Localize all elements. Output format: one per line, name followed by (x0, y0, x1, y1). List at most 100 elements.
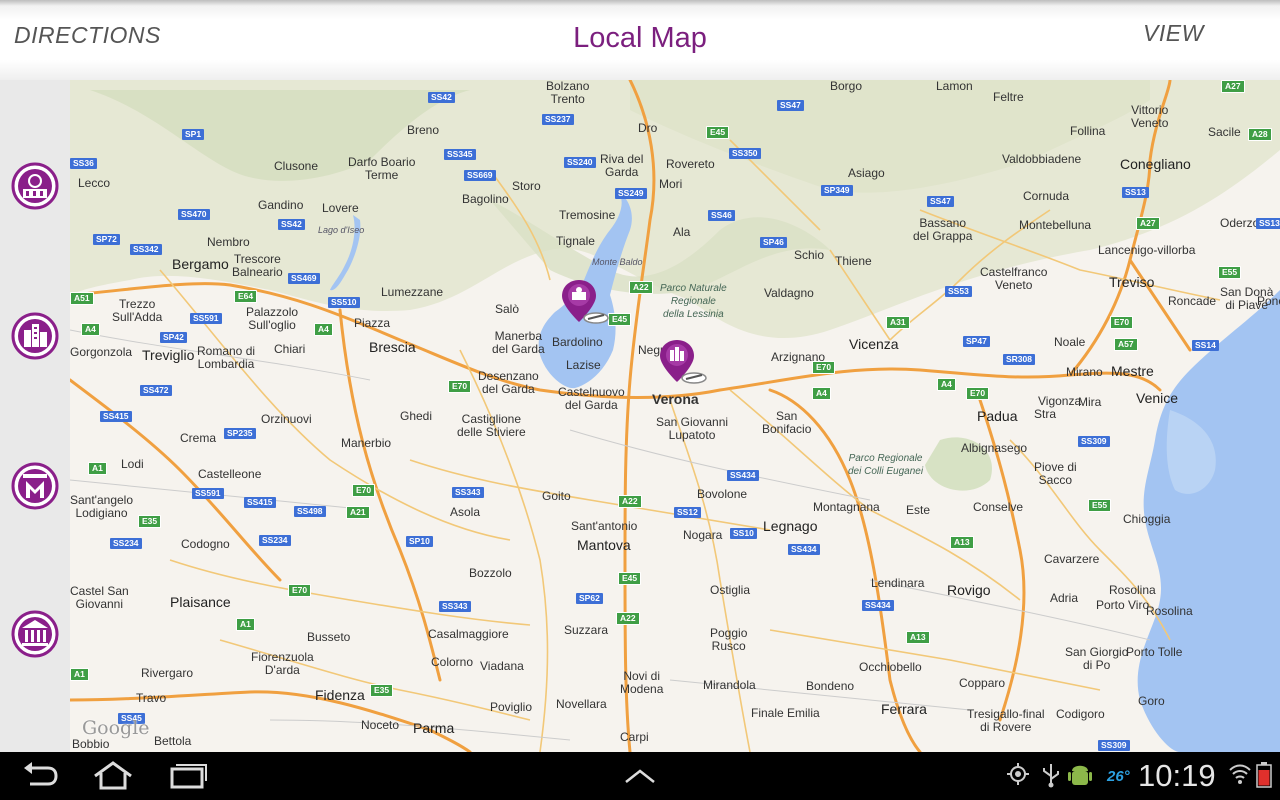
map-label: Manerbio (341, 436, 392, 450)
map-label: Thiene (835, 254, 872, 268)
chevron-up-icon[interactable] (622, 766, 658, 786)
map-label: Vittorio Veneto (1131, 103, 1169, 130)
road-shield: SP10 (406, 536, 433, 547)
page-title: Local Map (573, 22, 707, 54)
map-label: Rosolina (1109, 583, 1156, 597)
museum-m-icon[interactable] (11, 462, 59, 510)
home-icon[interactable] (92, 760, 134, 792)
map-label: Suzzara (564, 623, 609, 637)
map-label: Poviglio (490, 700, 533, 714)
attraction-map-pin[interactable] (562, 280, 610, 330)
road-shield: SP235 (224, 428, 256, 439)
city-map-pin[interactable] (660, 340, 708, 390)
view-button[interactable]: VIEW (1143, 20, 1204, 47)
map-label: Castelleone (198, 467, 262, 481)
road-shield: A22 (616, 612, 640, 625)
road-shield: A1 (236, 618, 255, 631)
map-label: San Giorgio di Po (1065, 645, 1129, 672)
map-label: Sacile (1208, 125, 1241, 139)
road-shield: A51 (70, 292, 94, 305)
road-shield: A13 (906, 631, 930, 644)
map-label: Rovereto (666, 157, 715, 171)
map-label: Conselve (973, 500, 1024, 514)
map-label: Bolzano Trento (546, 80, 590, 106)
map-label: Sant'angelo Lodigiano (70, 493, 134, 520)
map-label: Goro (1138, 694, 1165, 708)
road-shield: SP72 (93, 234, 120, 245)
map-label: Asola (450, 505, 481, 519)
road-shield: E64 (234, 290, 258, 303)
monument-icon[interactable] (11, 610, 59, 658)
map-label: Finale Emilia (751, 706, 820, 720)
map-label: Crema (180, 431, 217, 445)
map-label: Travo (136, 691, 167, 705)
road-shield: SS10 (730, 528, 757, 539)
map-label: Ghedi (400, 409, 433, 423)
map-label: Borgo (830, 80, 863, 93)
road-shield: SS309 (1098, 740, 1130, 751)
map-label: Darfo Boario Terme (348, 155, 416, 182)
map-label: Fiorenzuola D'arda (251, 650, 314, 677)
map-label: Lendinara (871, 576, 925, 590)
map-label: Riva del Garda (600, 152, 644, 179)
map-label: Novellara (556, 697, 607, 711)
map-label: Trescore Balneario (232, 252, 283, 279)
road-shield: SS345 (444, 149, 476, 160)
map-label: Copparo (959, 676, 1006, 690)
road-shield: SS13 (1256, 218, 1280, 229)
map-label: Gandino (258, 198, 304, 212)
map-label: Manerba del Garda (492, 329, 545, 356)
road-shield: A13 (950, 536, 974, 549)
map-label: Tignale (556, 234, 595, 248)
attractions-icon[interactable] (11, 162, 59, 210)
road-shield: A4 (81, 323, 100, 336)
android-debug-icon (1068, 765, 1092, 785)
road-shield: SS498 (294, 506, 326, 517)
road-shield: A28 (1248, 128, 1272, 141)
map-label: Desenzano del Garda (478, 369, 539, 396)
road-shield: SS36 (70, 158, 97, 169)
map-label: Goito (542, 489, 571, 503)
road-shield: SS434 (862, 600, 894, 611)
road-shield: A22 (629, 281, 653, 294)
map-label: Mori (659, 177, 683, 191)
road-shield: SS343 (439, 601, 471, 612)
map-label: San Giovanni Lupatoto (656, 415, 729, 442)
recent-apps-icon[interactable] (168, 760, 208, 792)
road-shield: SS343 (452, 487, 484, 498)
road-shield: A1 (70, 668, 89, 681)
map-label: Feltre (993, 90, 1024, 104)
map-label: Cornuda (1023, 189, 1070, 203)
road-shield: E70 (966, 387, 990, 400)
road-shield: E70 (288, 584, 312, 597)
map-label: Mirandola (703, 678, 756, 692)
city-buildings-icon[interactable] (11, 312, 59, 360)
road-shield: SS591 (190, 313, 222, 324)
map-label: Mantova (577, 537, 631, 553)
map-label: Noale (1054, 335, 1086, 349)
road-shield: E35 (370, 684, 394, 697)
map-label: Albignasego (961, 441, 1028, 455)
map-label: Bondeno (806, 679, 855, 693)
back-arrow-icon[interactable] (20, 760, 60, 792)
map-label: Trezzo Sull'Adda (112, 297, 163, 324)
map-label: Gorgonzola (70, 345, 133, 359)
road-shield: SS47 (927, 196, 954, 207)
map-view[interactable]: Bolzano Trento Breno Clusone Darfo Boario… (70, 80, 1280, 752)
map-label: Treviglio (142, 347, 195, 363)
category-sidebar (0, 80, 70, 752)
road-shield: SS350 (729, 148, 761, 159)
road-shield: SS42 (428, 92, 455, 103)
map-label: Casalmaggiore (428, 627, 509, 641)
map-label: Codigoro (1056, 707, 1105, 721)
road-shield: SS434 (727, 470, 759, 481)
map-label: Chiari (274, 342, 306, 356)
map-label: Schio (794, 248, 825, 262)
map-label: Rosolina (1146, 604, 1193, 618)
map-label: Ferrara (881, 701, 927, 717)
map-label: Lumezzane (381, 285, 444, 299)
map-label: Verona (652, 391, 699, 407)
action-bar: DIRECTIONS Local Map VIEW (0, 0, 1280, 80)
road-shield: A21 (346, 506, 370, 519)
map-label: Lecco (78, 176, 111, 190)
